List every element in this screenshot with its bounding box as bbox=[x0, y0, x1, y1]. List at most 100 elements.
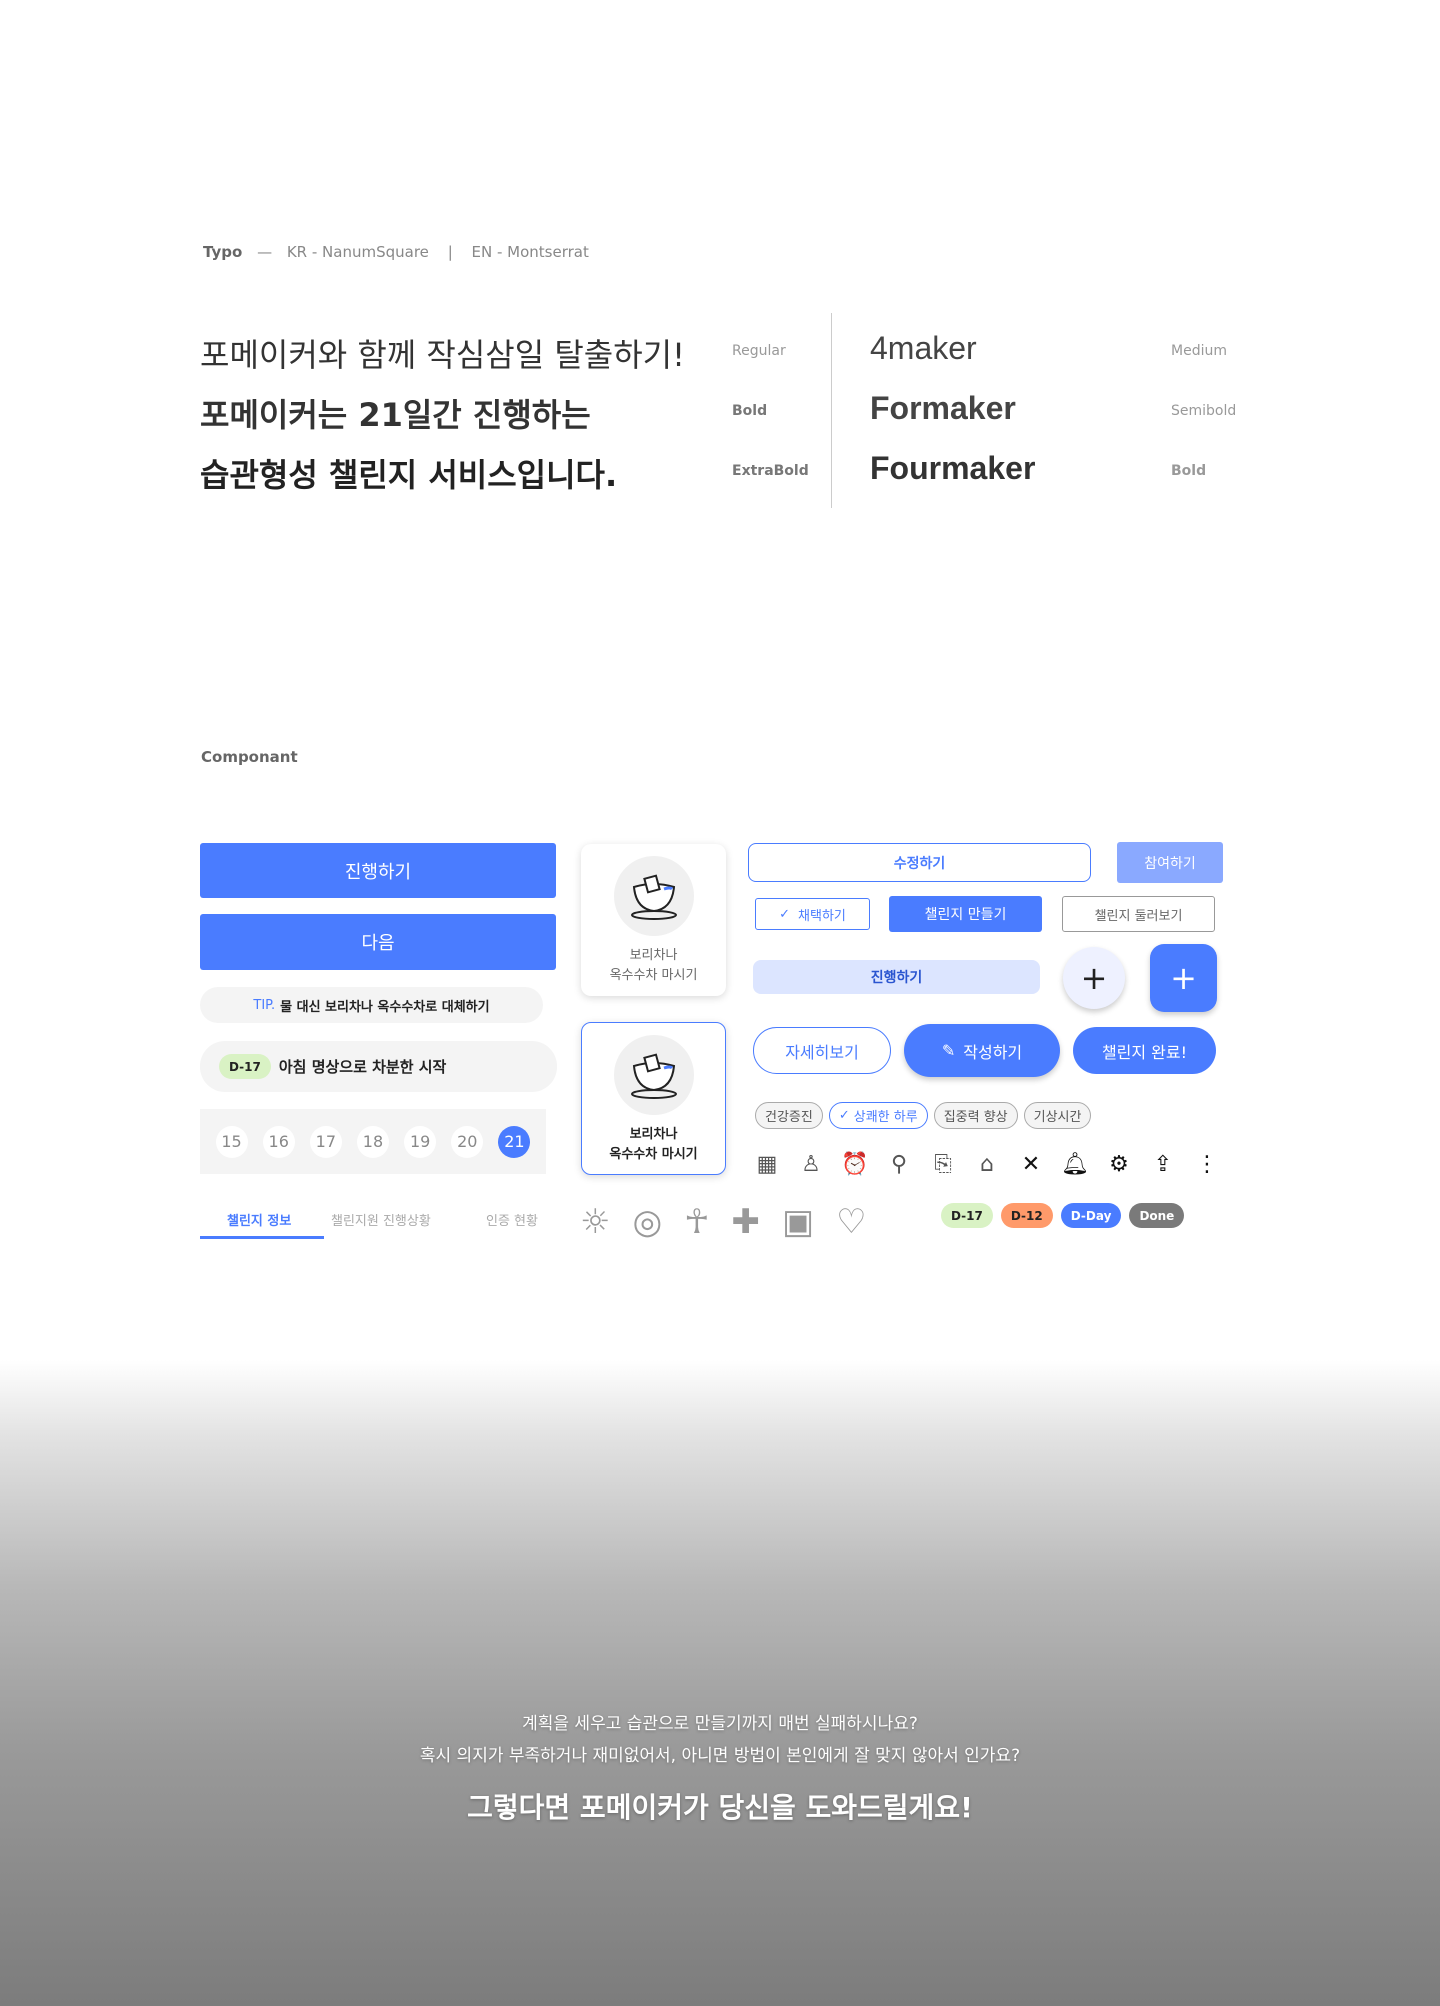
active-tab-indicator bbox=[200, 1236, 324, 1239]
weight-label: Regular bbox=[732, 343, 786, 359]
date-item[interactable]: 15 bbox=[215, 1125, 248, 1158]
tab-bar: 챌린지 정보 챌린지원 진행상황 인증 현황 bbox=[200, 1210, 550, 1240]
hero-headline: 그렇다면 포메이커가 당신을 도와드릴게요! bbox=[467, 1791, 973, 1824]
en-sample-medium: 4maker bbox=[870, 330, 977, 366]
card-line1: 보리차나 bbox=[629, 1127, 678, 1142]
typo-header: Typo — KR - NanumSquare | EN - Montserra… bbox=[203, 243, 589, 261]
hero-line2: 혹시 의지가 부족하거나 재미없어서, 아니면 방법이 본인에게 잘 맞지 않아… bbox=[419, 1746, 1021, 1766]
sun-icon: ☼ bbox=[580, 1202, 611, 1242]
head-plus-icon: ✚ bbox=[731, 1202, 761, 1242]
challenge-card-selected[interactable]: 보리차나 옥수수차 마시기 bbox=[581, 1022, 726, 1175]
gear-icon[interactable]: ⚙ bbox=[1104, 1149, 1134, 1179]
challenge-title: 아침 명상으로 차분한 시작 bbox=[278, 1058, 447, 1076]
date-item[interactable]: 16 bbox=[262, 1125, 295, 1158]
en-sample-bold: Fourmaker bbox=[870, 450, 1036, 486]
check-icon: ✓ bbox=[779, 906, 791, 922]
separator: | bbox=[447, 243, 453, 261]
icon-set: ▦ ♙ ⏰ ⚲ ⎘ ⌂ ✕ 🔔︎ ⚙ ⇪ ⋮ bbox=[752, 1149, 1222, 1179]
badge-dday: D-Day bbox=[1060, 1203, 1122, 1228]
dash: — bbox=[257, 243, 273, 261]
component-title: Componant bbox=[201, 748, 298, 766]
date-item-selected[interactable]: 21 bbox=[498, 1125, 531, 1158]
chip[interactable]: 집중력 향상 bbox=[933, 1102, 1018, 1129]
chip[interactable]: 건강증진 bbox=[755, 1102, 823, 1129]
scale-icon: ▣ bbox=[782, 1202, 815, 1242]
chip[interactable]: 기상시간 bbox=[1023, 1102, 1092, 1129]
tab-certification[interactable]: 인증 현황 bbox=[486, 1210, 538, 1229]
card-line2: 옥수수차 마시기 bbox=[609, 968, 698, 983]
weight-label: Bold bbox=[732, 403, 768, 419]
kr-sample-regular: 포메이커와 함께 작심삼일 탈출하기! bbox=[200, 336, 685, 374]
stretch-person-icon: ☥ bbox=[684, 1202, 710, 1242]
check-icon: ✓ bbox=[838, 1108, 850, 1123]
adopt-label: 채택하기 bbox=[798, 908, 846, 924]
chip-selected[interactable]: ✓ 상쾌한 하루 bbox=[828, 1102, 928, 1129]
write-button[interactable]: ✎ 작성하기 bbox=[904, 1024, 1060, 1077]
date-item[interactable]: 17 bbox=[309, 1125, 342, 1158]
badge-d12: D-12 bbox=[1000, 1203, 1053, 1228]
plus-icon: + bbox=[1080, 959, 1108, 997]
challenge-card[interactable]: 보리차나 옥수수차 마시기 bbox=[581, 844, 726, 996]
badge-set: D-17 D-12 D-Day Done bbox=[941, 1203, 1185, 1228]
date-item[interactable]: 19 bbox=[404, 1125, 437, 1158]
create-challenge-button[interactable]: 챌린지 만들기 bbox=[889, 896, 1042, 932]
browse-challenge-button[interactable]: 챌린지 둘러보기 bbox=[1062, 896, 1215, 932]
close-icon[interactable]: ✕ bbox=[1016, 1149, 1046, 1179]
badge-d17: D-17 bbox=[941, 1203, 993, 1228]
tip-label: TIP. bbox=[253, 997, 276, 1013]
weight-label: Medium bbox=[1171, 343, 1227, 359]
detail-button[interactable]: 자세히보기 bbox=[753, 1027, 891, 1074]
calendar-icon[interactable]: ▦ bbox=[752, 1149, 782, 1179]
adopt-button[interactable]: ✓ 채택하기 bbox=[755, 898, 870, 930]
weight-label: Bold bbox=[1171, 463, 1207, 479]
tab-challenge-info[interactable]: 챌린지 정보 bbox=[227, 1210, 291, 1229]
plus-icon: + bbox=[1170, 959, 1197, 997]
hands-photo bbox=[0, 1360, 1440, 2006]
date-item[interactable]: 20 bbox=[451, 1125, 484, 1158]
date-selector: 15 16 17 18 19 20 21 bbox=[200, 1109, 546, 1174]
kr-sample-extrabold: 습관형성 챌린지 서비스입니다. bbox=[200, 456, 618, 494]
hero-text: 계획을 세우고 습관으로 만들기까지 매번 실패하시나요? 혹시 의지가 부족하… bbox=[0, 1708, 1440, 1826]
heart-cycle-icon: ♡ bbox=[836, 1202, 867, 1242]
tea-cup-icon bbox=[613, 1035, 694, 1115]
kr-sample-bold: 포메이커는 21일간 진행하는 bbox=[200, 396, 591, 434]
user-icon[interactable]: ♙ bbox=[796, 1149, 826, 1179]
hero-line1: 계획을 세우고 습관으로 만들기까지 매번 실패하시나요? bbox=[522, 1714, 918, 1734]
category-icons: ☼ ◎ ☥ ✚ ▣ ♡ bbox=[580, 1202, 867, 1242]
card-line2: 옥수수차 마시기 bbox=[609, 1147, 698, 1162]
weight-label: ExtraBold bbox=[732, 463, 809, 479]
mind-head-icon: ◎ bbox=[632, 1202, 663, 1242]
weight-label: Semibold bbox=[1171, 403, 1237, 419]
en-sample-semibold: Formaker bbox=[870, 390, 1016, 426]
card-line1: 보리차나 bbox=[629, 948, 678, 963]
edit-button[interactable]: 수정하기 bbox=[748, 843, 1091, 882]
medal-icon[interactable]: ⚲ bbox=[884, 1149, 914, 1179]
divider bbox=[831, 313, 832, 508]
next-button[interactable]: 다음 bbox=[200, 914, 556, 970]
date-item[interactable]: 18 bbox=[356, 1125, 389, 1158]
chip-label: 상쾌한 하루 bbox=[853, 1110, 918, 1125]
join-button[interactable]: 참여하기 bbox=[1117, 842, 1223, 883]
add-square-button[interactable]: + bbox=[1150, 944, 1217, 1012]
tab-progress[interactable]: 챌린지원 진행상황 bbox=[331, 1210, 431, 1229]
clipboard-search-icon[interactable]: ⎘ bbox=[928, 1149, 958, 1179]
badge-done: Done bbox=[1129, 1203, 1185, 1228]
kr-font: KR - NanumSquare bbox=[286, 243, 429, 261]
bell-icon[interactable]: 🔔︎ bbox=[1060, 1149, 1090, 1179]
more-vertical-icon[interactable]: ⋮ bbox=[1192, 1149, 1222, 1179]
add-circle-button[interactable]: + bbox=[1063, 947, 1125, 1009]
en-font: EN - Montserrat bbox=[471, 243, 589, 261]
proceed-button[interactable]: 진행하기 bbox=[200, 843, 556, 898]
pencil-icon: ✎ bbox=[941, 1041, 956, 1060]
write-label: 작성하기 bbox=[963, 1042, 1023, 1062]
dday-badge: D-17 bbox=[219, 1054, 271, 1079]
alarm-icon[interactable]: ⏰ bbox=[840, 1149, 870, 1179]
share-icon[interactable]: ⇪ bbox=[1148, 1149, 1178, 1179]
challenge-item[interactable]: D-17 아침 명상으로 차분한 시작 bbox=[200, 1041, 557, 1092]
proceed-light-button[interactable]: 진행하기 bbox=[753, 960, 1040, 994]
chip-group: 건강증진 ✓ 상쾌한 하루 집중력 향상 기상시간 bbox=[755, 1102, 1092, 1129]
tip-banner: TIP. 물 대신 보리차나 옥수수차로 대체하기 bbox=[200, 987, 543, 1023]
tip-text: 물 대신 보리차나 옥수수차로 대체하기 bbox=[280, 999, 490, 1015]
home-icon[interactable]: ⌂ bbox=[972, 1149, 1002, 1179]
complete-challenge-button[interactable]: 챌린지 완료! bbox=[1073, 1027, 1216, 1074]
